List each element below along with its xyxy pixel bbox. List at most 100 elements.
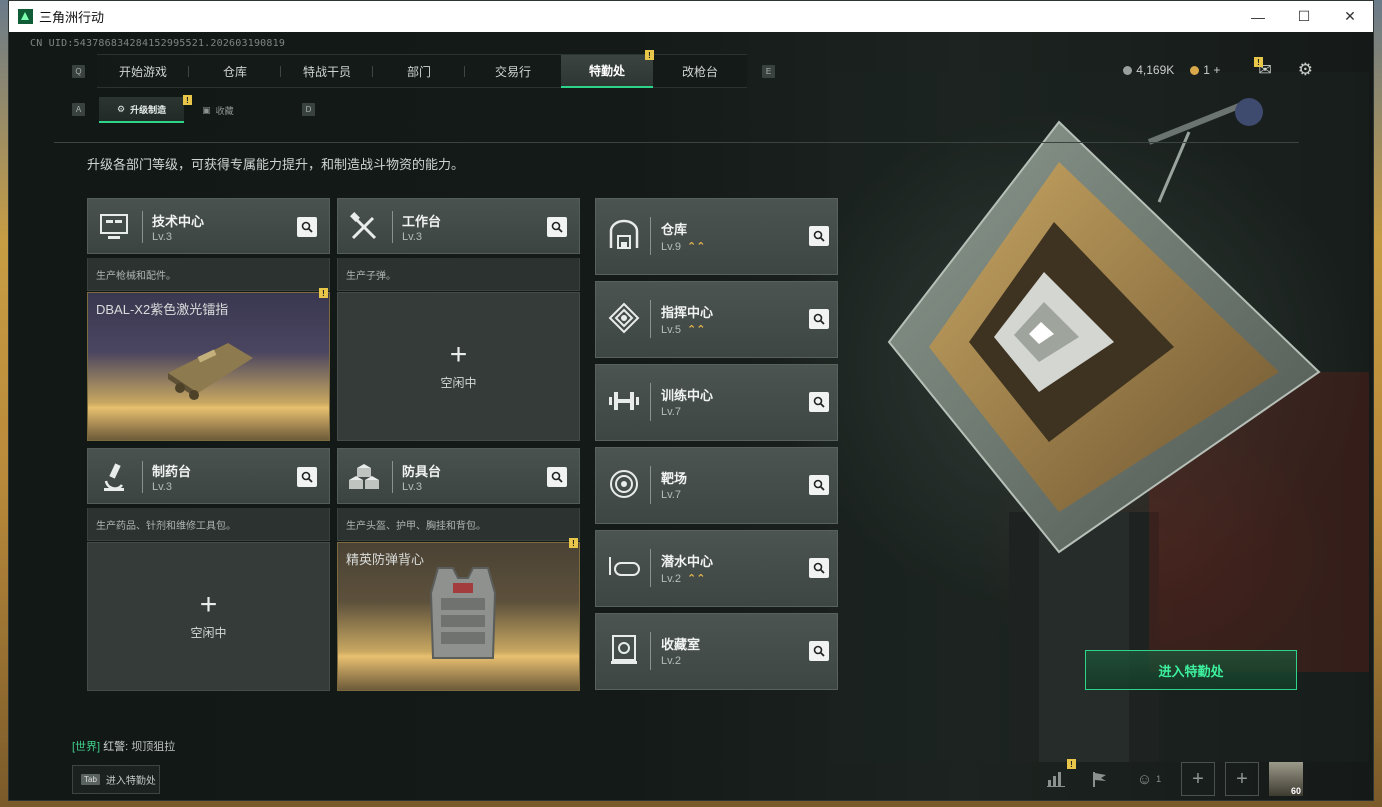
dept-card-collection-room[interactable]: 收藏室 Lv.2 <box>595 613 838 690</box>
enter-special-ops-button[interactable]: 进入特勤处 <box>1085 650 1297 690</box>
dept-name: 训练中心 <box>661 388 714 403</box>
search-icon[interactable] <box>809 392 829 412</box>
minimize-button[interactable]: — <box>1235 1 1281 32</box>
app-logo-icon <box>18 9 33 24</box>
divider <box>142 461 143 493</box>
chat-line[interactable]: [世界] 红警: 坝顶狙拉 <box>72 738 175 754</box>
tab-special-ops[interactable]: 特勤处 <box>561 55 653 88</box>
product-name: DBAL-X2紫色激光镭指 <box>96 302 229 317</box>
dept-level: Lv.5 <box>661 324 681 336</box>
divider <box>650 217 651 255</box>
crafting-slot-pharmacy[interactable]: + 空闲中 <box>87 542 330 691</box>
dept-level: Lv.9 <box>661 241 681 253</box>
close-button[interactable]: ✕ <box>1327 1 1373 32</box>
dept-card-warehouse[interactable]: 仓库 Lv.9 ⌃⌃ <box>595 198 838 275</box>
dept-card-pharmacy[interactable]: 制药台 Lv.3 <box>87 448 330 504</box>
tab-warehouse[interactable]: 仓库 <box>189 55 281 88</box>
settings-gear-icon[interactable]: ⚙ <box>1298 60 1313 80</box>
ticket-icon <box>1190 66 1200 75</box>
search-icon[interactable] <box>547 217 567 237</box>
dept-level: Lv.2 <box>661 573 681 585</box>
ticket-balance[interactable]: 1 + <box>1190 63 1220 77</box>
tab-gunsmith[interactable]: 改枪台 <box>653 55 747 88</box>
add-craft-icon: + <box>449 338 468 371</box>
crafting-slot-workbench[interactable]: + 空闲中 <box>337 292 580 441</box>
dept-name: 仓库 <box>661 222 688 237</box>
dept-level-row: Lv.9 ⌃⌃ <box>661 240 705 253</box>
search-icon[interactable] <box>547 467 567 487</box>
currency-bar: 4,169K 1 + ✉ ⚙ <box>1123 60 1313 80</box>
ticket-add-button[interactable]: + <box>1213 63 1220 77</box>
target-icon <box>604 464 644 504</box>
divider <box>650 383 651 421</box>
dept-level-row: Lv.5 ⌃⌃ <box>661 323 705 336</box>
divider <box>650 549 651 587</box>
search-icon[interactable] <box>809 475 829 495</box>
subtab-upgrade-craft[interactable]: ⚙ 升级制造 <box>99 97 185 123</box>
coin-balance[interactable]: 4,169K <box>1123 63 1174 77</box>
tab-label: 部门 <box>406 65 431 79</box>
friends-button[interactable]: ☺ 1 <box>1127 762 1171 796</box>
divider <box>392 461 393 493</box>
subtab-label: 收藏 <box>215 105 234 116</box>
player-avatar[interactable]: 60 <box>1269 762 1303 796</box>
armor-vest-image <box>429 567 497 659</box>
dept-description: 生产枪械和配件。 <box>87 258 330 291</box>
divider <box>650 466 651 504</box>
search-icon[interactable] <box>297 467 317 487</box>
dept-level: Lv.3 <box>402 231 422 243</box>
uid-text: CN UID:543786834284152995521.20260319081… <box>30 38 286 49</box>
dept-name: 技术中心 <box>152 214 205 229</box>
title-bar: 三角洲行动 — ☐ ✕ <box>9 1 1373 32</box>
dept-card-armor[interactable]: 防具台 Lv.3 <box>337 448 580 504</box>
tab-operators[interactable]: 特战干员 <box>281 55 373 88</box>
tab-department[interactable]: 部门 <box>373 55 465 88</box>
subtab-collection[interactable]: ▣ 收藏 <box>184 97 252 123</box>
dept-card-command-center[interactable]: 指挥中心 Lv.5 ⌃⌃ <box>595 281 838 358</box>
bottom-toolbar: ☺ 1 + + 60 <box>1039 762 1303 796</box>
dept-card-workbench[interactable]: 工作台 Lv.3 <box>337 198 580 254</box>
dept-card-diving-center[interactable]: 潜水中心 Lv.2 ⌃⌃ <box>595 530 838 607</box>
dept-description: 生产头盔、护甲、胸挂和背包。 <box>337 508 580 541</box>
dept-card-shooting-range[interactable]: 靶场 Lv.7 <box>595 447 838 524</box>
tab-label: 开始游戏 <box>118 65 167 79</box>
window-title: 三角洲行动 <box>39 10 105 25</box>
tab-hint-button[interactable]: Tab 进入特勤处 <box>72 765 160 794</box>
tab-trading[interactable]: 交易行 <box>465 55 561 88</box>
tab-hint-label: 进入特勤处 <box>105 776 156 787</box>
diving-mask-icon <box>604 547 644 587</box>
dept-level: Lv.3 <box>152 481 172 493</box>
game-window: 三角洲行动 — ☐ ✕ CN UID:543786834284152995521… <box>8 0 1374 801</box>
flag-icon[interactable] <box>1083 762 1117 796</box>
tab-label: 仓库 <box>222 65 247 79</box>
sub-nav: ⚙ 升级制造 ▣ 收藏 <box>99 97 252 123</box>
stats-alert-badge: ! <box>1067 759 1076 769</box>
add-party-slot-button[interactable]: + <box>1225 762 1259 796</box>
dept-name: 制药台 <box>152 464 192 479</box>
dept-card-tech-center[interactable]: 技术中心 Lv.3 <box>87 198 330 254</box>
chat-channel: [世界] <box>72 741 101 753</box>
crafting-slot-tech-center[interactable]: DBAL-X2紫色激光镭指 <box>87 292 330 441</box>
upgrade-available-icon: ⌃⌃ <box>686 573 706 585</box>
subnav-right-key: D <box>302 103 315 116</box>
search-icon[interactable] <box>297 217 317 237</box>
search-icon[interactable] <box>809 558 829 578</box>
add-craft-icon: + <box>199 588 218 621</box>
crafting-slot-armor[interactable]: 精英防弹背心 <box>337 542 580 691</box>
dept-name: 靶场 <box>661 471 688 486</box>
divider <box>650 632 651 670</box>
upgrade-available-icon: ⌃⌃ <box>686 241 706 253</box>
search-icon[interactable] <box>809 641 829 661</box>
coin-amount: 4,169K <box>1136 63 1175 77</box>
dept-level: Lv.2 <box>661 655 681 667</box>
search-icon[interactable] <box>809 226 829 246</box>
divider <box>392 211 393 243</box>
tab-start-game[interactable]: 开始游戏 <box>97 55 189 88</box>
dept-level-row: Lv.2 ⌃⌃ <box>661 572 705 585</box>
dept-name: 收藏室 <box>661 637 701 652</box>
add-party-slot-button[interactable]: + <box>1181 762 1215 796</box>
dept-name: 防具台 <box>402 464 442 479</box>
dept-card-training-center[interactable]: 训练中心 Lv.7 <box>595 364 838 441</box>
search-icon[interactable] <box>809 309 829 329</box>
maximize-button[interactable]: ☐ <box>1281 1 1327 32</box>
